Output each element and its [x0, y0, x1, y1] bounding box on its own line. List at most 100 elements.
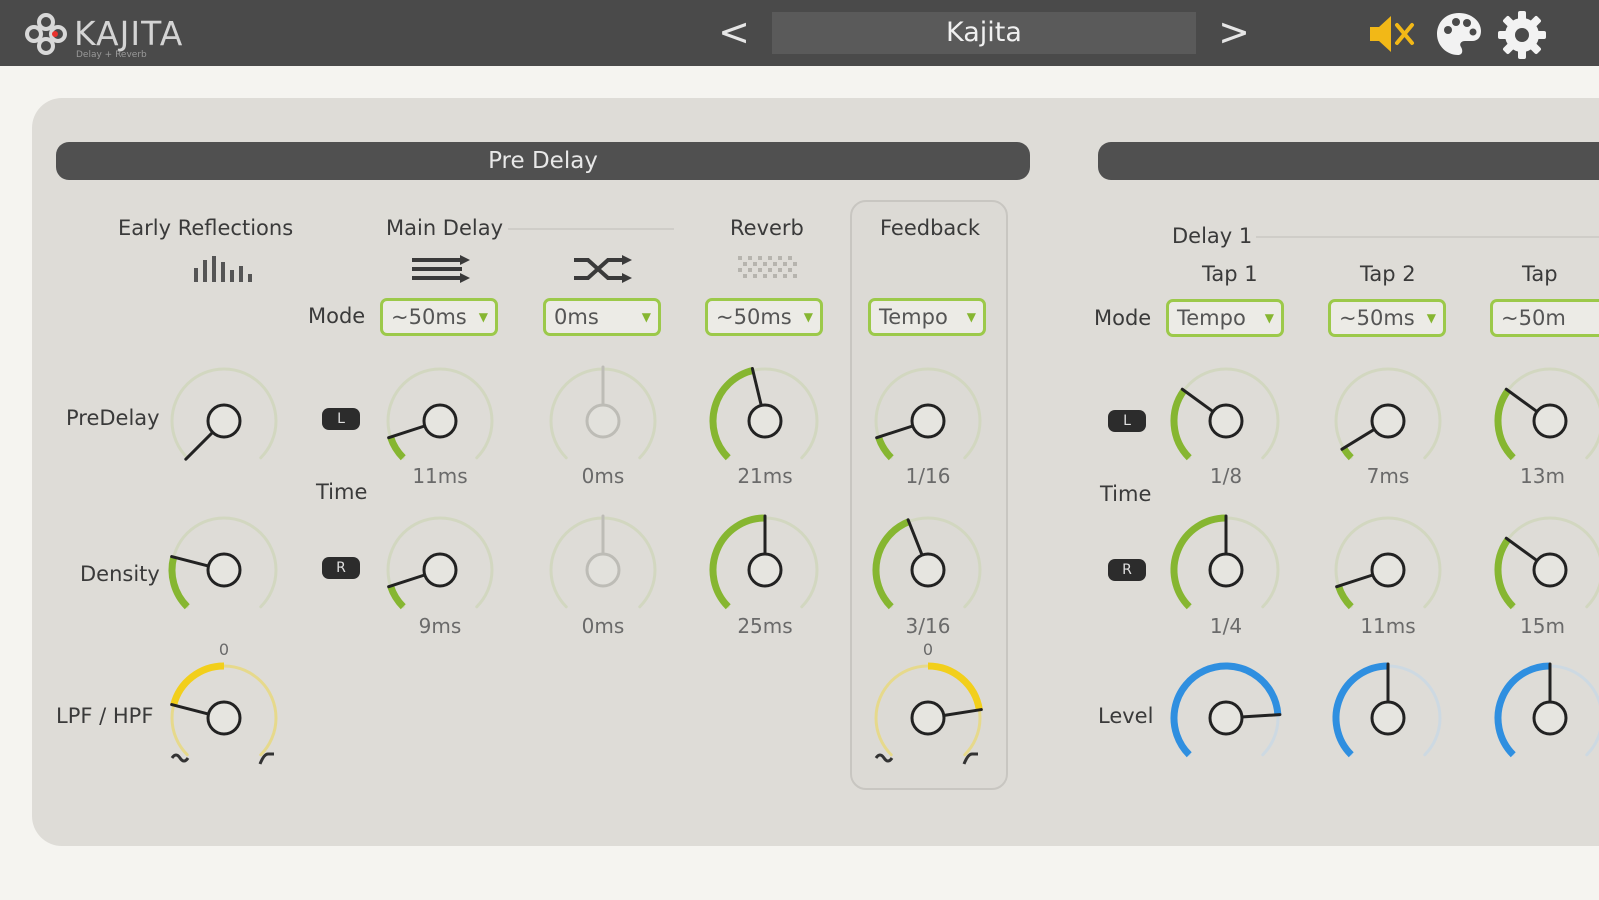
main-delay-2-time-r-knob[interactable]	[543, 510, 663, 630]
preset-name-display[interactable]: Kajita	[772, 12, 1196, 54]
tap-1-l-value: 1/8	[1209, 464, 1243, 488]
main-delay-2-mode-dropdown[interactable]: 0ms ▼	[543, 298, 661, 336]
palette-icon[interactable]	[1434, 10, 1484, 58]
tap-2-r-value: 11ms	[1360, 614, 1416, 638]
tap-1-mode-dropdown[interactable]: Tempo ▼	[1166, 299, 1284, 337]
tap-2-level-knob[interactable]	[1328, 658, 1448, 778]
knob-graphic	[1170, 514, 1280, 610]
tap-2-l-value: 7ms	[1366, 464, 1410, 488]
density-label: Density	[80, 562, 160, 586]
main-delay-1-time-r-knob[interactable]	[380, 510, 500, 630]
reverb-label: Reverb	[730, 216, 804, 240]
feedback-filter-center-value: 0	[922, 640, 934, 659]
knob-graphic	[874, 662, 983, 765]
tap-3-mode-dropdown[interactable]: ~50m	[1490, 299, 1599, 337]
parallel-delay-icon	[412, 255, 470, 283]
feedback-time-l-knob[interactable]	[868, 361, 988, 481]
reverb-r-value: 25ms	[737, 614, 793, 638]
tap-3-level-knob[interactable]	[1490, 658, 1599, 778]
knob-graphic	[168, 516, 278, 610]
delay-1-rule	[1256, 236, 1599, 238]
delay-level-label: Level	[1098, 704, 1154, 728]
dropdown-value: ~50ms	[1339, 306, 1415, 330]
reverb-time-l-knob[interactable]	[705, 361, 825, 481]
dropdown-value: ~50ms	[391, 305, 467, 329]
reverb-time-r-knob[interactable]	[705, 510, 825, 630]
delay-mode-label: Mode	[1094, 306, 1152, 330]
dropdown-value: Tempo	[1177, 306, 1246, 330]
predelay-label: PreDelay	[66, 406, 160, 430]
feedback-l-value: 1/16	[905, 464, 951, 488]
knob-graphic	[1170, 662, 1282, 758]
dropdown-arrow-icon: ▼	[478, 310, 488, 324]
predelay-knob[interactable]	[164, 361, 284, 481]
knob-graphic	[709, 514, 819, 610]
feedback-filter-knob[interactable]	[868, 658, 988, 778]
knob-graphic	[1334, 367, 1442, 461]
tap-3-r-value: 15m	[1520, 614, 1565, 638]
main-delay-2-time-l-knob[interactable]	[543, 361, 663, 481]
next-preset-button[interactable]: >	[1214, 10, 1254, 54]
tap-2-time-l-knob[interactable]	[1328, 361, 1448, 481]
knob-graphic	[1332, 662, 1442, 758]
tap-1-time-r-knob[interactable]	[1166, 510, 1286, 630]
knob-graphic	[1494, 516, 1599, 610]
tap-2-time-r-knob[interactable]	[1328, 510, 1448, 630]
dropdown-value: ~50ms	[716, 305, 792, 329]
lpf-hpf-label: LPF / HPF	[56, 704, 154, 728]
knob-graphic	[170, 367, 278, 461]
logo: KAJITA Delay + Reverb	[24, 12, 184, 60]
dropdown-arrow-icon: ▼	[641, 310, 651, 324]
speaker-mute-icon[interactable]	[1366, 12, 1418, 56]
tap-1-r-value: 1/4	[1209, 614, 1243, 638]
lpf-hpf-center-value: 0	[218, 640, 230, 659]
delay-time-label: Time	[1100, 482, 1152, 506]
top-bar: KAJITA Delay + Reverb < Kajita >	[0, 0, 1599, 66]
dropdown-arrow-icon: ▼	[1264, 311, 1274, 325]
knob-graphic	[386, 516, 494, 610]
time-label: Time	[316, 480, 368, 504]
lpf-hpf-knob[interactable]	[164, 658, 284, 778]
reverb-mode-dropdown[interactable]: ~50ms ▼	[705, 298, 823, 336]
dropdown-value: ~50m	[1501, 306, 1566, 330]
logo-text: KAJITA	[74, 14, 184, 53]
gear-icon[interactable]	[1496, 9, 1548, 61]
tap-3-l-value: 13m	[1520, 464, 1565, 488]
prev-preset-button[interactable]: <	[714, 10, 754, 54]
feedback-r-value: 3/16	[905, 614, 951, 638]
knob-graphic	[170, 662, 278, 765]
delay-right-channel-badge: R	[1108, 559, 1146, 581]
mode-label: Mode	[308, 304, 366, 328]
density-knob[interactable]	[164, 510, 284, 630]
main-delay-1-time-l-knob[interactable]	[380, 361, 500, 481]
tap-1-time-l-knob[interactable]	[1166, 361, 1286, 481]
main-delay-2-l-value: 0ms	[581, 464, 625, 488]
dropdown-value: 0ms	[554, 305, 599, 329]
delay-1-label: Delay 1	[1172, 224, 1253, 248]
main-delay-rule	[508, 228, 674, 230]
main-delay-2-r-value: 0ms	[581, 614, 625, 638]
knob-graphic	[549, 365, 657, 460]
main-delay-1-mode-dropdown[interactable]: ~50ms ▼	[380, 298, 498, 336]
feedback-time-r-knob[interactable]	[868, 510, 988, 630]
main-delay-1-r-value: 9ms	[418, 614, 462, 638]
early-reflections-icon	[194, 256, 252, 282]
tap-2-mode-dropdown[interactable]: ~50ms ▼	[1328, 299, 1446, 337]
logo-subtitle: Delay + Reverb	[76, 50, 147, 60]
feedback-mode-dropdown[interactable]: Tempo ▼	[868, 298, 986, 336]
section-header-delay	[1098, 142, 1599, 180]
tap-3-time-l-knob[interactable]	[1490, 361, 1599, 481]
left-channel-badge: L	[322, 408, 360, 430]
main-delay-1-l-value: 11ms	[412, 464, 468, 488]
delay-left-channel-badge: L	[1108, 410, 1146, 432]
tap-1-level-knob[interactable]	[1166, 658, 1286, 778]
reverb-l-value: 21ms	[737, 464, 793, 488]
knob-graphic	[872, 516, 982, 610]
tap-2-label: Tap 2	[1360, 262, 1416, 286]
knob-graphic	[1334, 516, 1442, 610]
feedback-label: Feedback	[880, 216, 981, 240]
knob-graphic	[1494, 662, 1599, 758]
tap-3-time-r-knob[interactable]	[1490, 510, 1599, 630]
knob-graphic	[1170, 367, 1280, 461]
dropdown-arrow-icon: ▼	[1426, 311, 1436, 325]
